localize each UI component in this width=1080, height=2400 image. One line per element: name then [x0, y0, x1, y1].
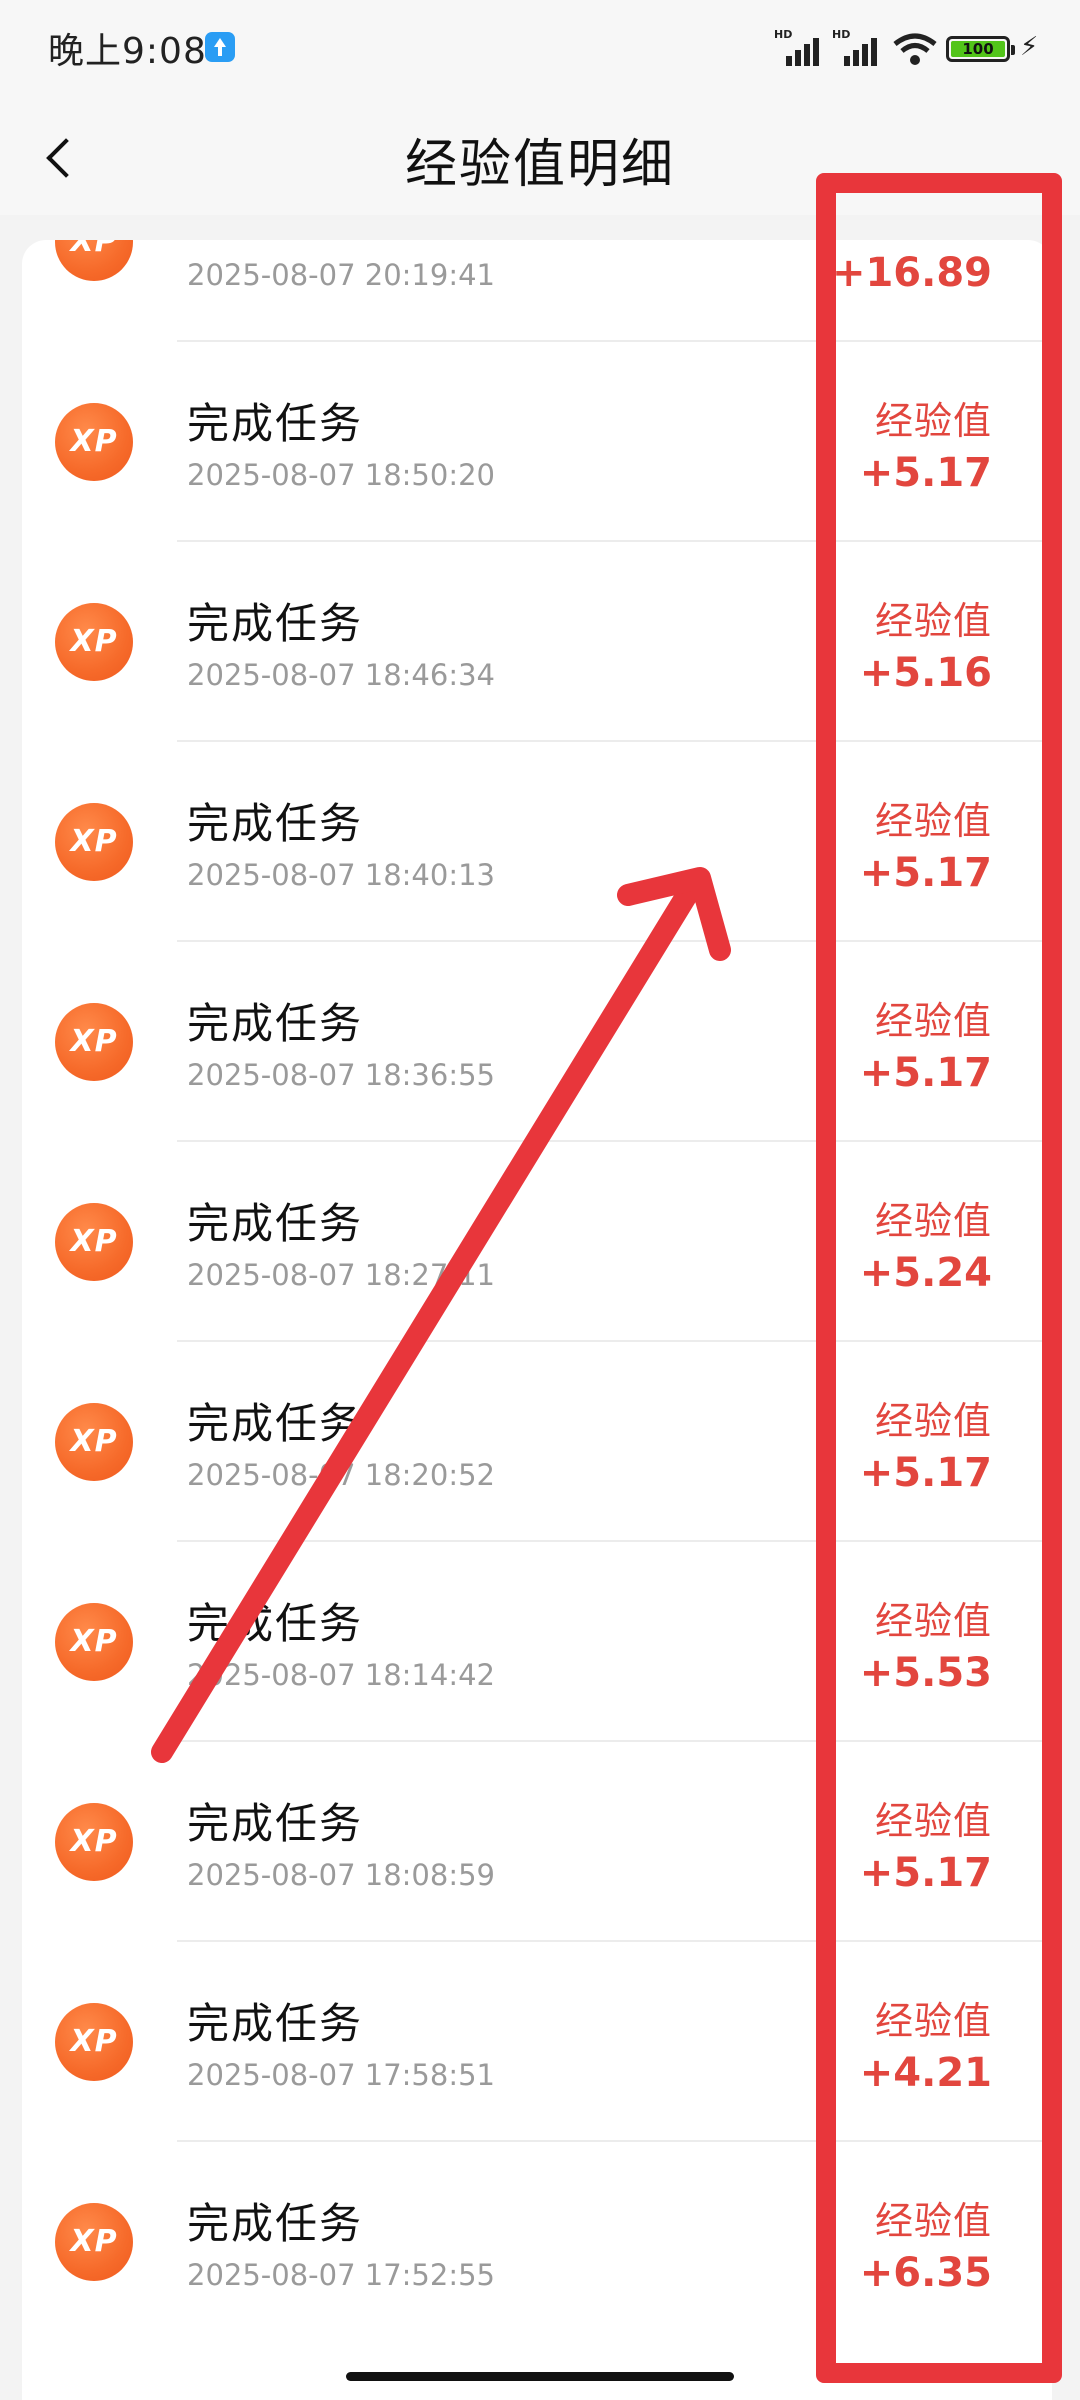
record-time: 2025-08-07 18:27:11: [187, 1258, 495, 1292]
status-time: 晚上9:08: [48, 31, 207, 72]
record-label: 完成任务: [187, 1199, 364, 1248]
xp-badge-icon: XP: [55, 2003, 133, 2081]
record-label: 完成任务: [187, 1399, 364, 1448]
xp-badge-icon: XP: [55, 1603, 133, 1681]
record-time: 2025-08-07 18:14:42: [187, 1658, 495, 1692]
record-label: 完成任务: [187, 599, 364, 648]
xp-badge-icon: XP: [55, 1403, 133, 1481]
record-time: 2025-08-07 18:46:34: [187, 658, 495, 692]
xp-badge-icon: XP: [55, 2203, 133, 2281]
record-time: 2025-08-07 18:50:20: [187, 458, 495, 492]
record-label: 完成任务: [187, 799, 364, 848]
record-time: 2025-08-07 18:40:13: [187, 858, 495, 892]
record-time: 2025-08-07 18:08:59: [187, 1858, 495, 1892]
signal-icon: HD: [774, 28, 824, 66]
signal-icon: HD: [832, 28, 882, 66]
record-label: 完成任务: [187, 1999, 364, 2048]
upload-notification-icon: [205, 32, 235, 62]
record-time: 2025-08-07 18:36:55: [187, 1058, 495, 1092]
status-icons: HD HD 100 ⚡: [774, 28, 1044, 70]
home-indicator[interactable]: [346, 2372, 734, 2381]
xp-badge-icon: XP: [55, 240, 133, 281]
record-time: 2025-08-07 18:20:52: [187, 1458, 495, 1492]
record-label: 完成任务: [187, 2199, 364, 2248]
record-label: 完成任务: [187, 999, 364, 1048]
charging-icon: ⚡: [1020, 32, 1039, 62]
record-time: 2025-08-07 17:58:51: [187, 2058, 495, 2092]
record-label: 完成任务: [187, 1599, 364, 1648]
record-label: 完成任务: [187, 1799, 364, 1848]
highlight-box: [816, 173, 1062, 2383]
record-label: 完成任务: [187, 399, 364, 448]
record-time: 2025-08-07 17:52:55: [187, 2258, 495, 2292]
xp-badge-icon: XP: [55, 403, 133, 481]
xp-badge-icon: XP: [55, 603, 133, 681]
xp-badge-icon: XP: [55, 1003, 133, 1081]
xp-badge-icon: XP: [55, 1803, 133, 1881]
wifi-icon: [893, 33, 937, 65]
record-time: 2025-08-07 20:19:41: [187, 258, 495, 292]
xp-badge-icon: XP: [55, 1203, 133, 1281]
xp-badge-icon: XP: [55, 803, 133, 881]
status-bar: 晚上9:08 HD HD 100 ⚡: [0, 0, 1080, 100]
battery-icon: 100: [946, 36, 1015, 62]
